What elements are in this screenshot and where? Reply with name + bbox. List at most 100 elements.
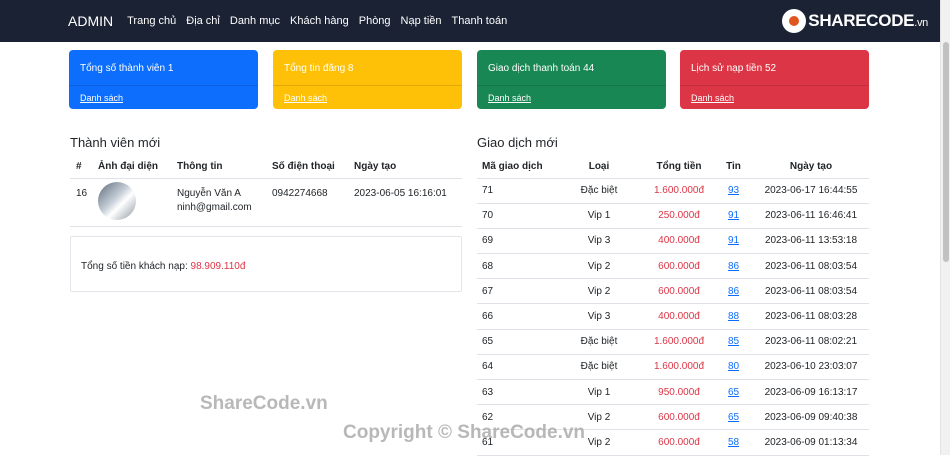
member-created: 2023-06-05 16:16:01 (348, 178, 462, 227)
col-tx-id: Mã giao dịch (477, 156, 554, 179)
post-link[interactable]: 80 (728, 361, 739, 372)
nav-item-category[interactable]: Danh mục (230, 15, 280, 27)
post-link[interactable]: 91 (728, 210, 739, 221)
nav-item-home[interactable]: Trang chủ (127, 15, 176, 27)
tx-created: 2023-06-11 16:46:41 (753, 203, 869, 229)
brand[interactable]: ADMIN (68, 13, 113, 29)
tx-id: 71 (477, 178, 554, 204)
post-link[interactable]: 85 (728, 336, 739, 347)
col-tx-created: Ngày tạo (753, 156, 869, 179)
col-type: Loại (554, 156, 644, 179)
member-avatar-cell (92, 178, 171, 227)
tx-created: 2023-06-11 08:03:28 (753, 303, 869, 330)
table-header-row: Mã giao dịch Loại Tổng tiền Tin Ngày tạo (477, 156, 869, 179)
tx-created: 2023-06-09 01:13:34 (753, 429, 869, 456)
tx-amount: 600.000đ (644, 253, 714, 280)
members-title: Thành viên mới (70, 135, 161, 150)
post-link[interactable]: 86 (728, 286, 739, 297)
member-name: Nguyễn Văn A (177, 187, 241, 199)
tx-amount: 600.000đ (644, 404, 714, 431)
tx-amount: 400.000đ (644, 228, 714, 255)
card-link[interactable]: Danh sách (284, 93, 327, 103)
tx-id: 67 (477, 278, 554, 305)
tx-amount: 600.000đ (644, 429, 714, 456)
tx-created: 2023-06-09 16:13:17 (753, 379, 869, 406)
transactions-title: Giao dịch mới (477, 135, 558, 150)
tx-post-link[interactable]: 88 (714, 303, 753, 330)
tx-amount: 250.000đ (644, 203, 714, 229)
col-id: # (70, 156, 92, 179)
logo-icon (782, 9, 807, 33)
table-row: 68 Vip 2 600.000đ 86 2023-06-11 08:03:54 (477, 253, 869, 280)
post-link[interactable]: 65 (728, 412, 739, 423)
sharecode-logo: SHARECODE.vn (782, 9, 928, 33)
card-members: Tổng số thành viên 1 Danh sách (69, 50, 258, 109)
table-header-row: # Ảnh đại diện Thông tin Số điện thoại N… (70, 156, 462, 179)
scrollbar-thumb[interactable] (943, 42, 949, 262)
tx-type: Đặc biệt (554, 178, 644, 204)
nav-item-customers[interactable]: Khách hàng (290, 15, 349, 27)
tx-id: 70 (477, 203, 554, 229)
table-row: 67 Vip 2 600.000đ 86 2023-06-11 08:03:54 (477, 278, 869, 305)
card-link[interactable]: Danh sách (488, 93, 531, 103)
tx-post-link[interactable]: 85 (714, 329, 753, 355)
tx-type: Vip 1 (554, 379, 644, 406)
col-avatar: Ảnh đại diện (92, 156, 171, 179)
card-posts: Tổng tin đăng 8 Danh sách (273, 50, 462, 109)
deposit-summary-box: Tổng số tiền khách nạp: 98.909.110đ (70, 236, 462, 292)
member-phone: 0942274668 (266, 178, 348, 227)
table-row: 16 Nguyễn Văn A ninh@gmail.com 094227466… (70, 178, 462, 227)
avatar (98, 181, 136, 220)
tx-post-link[interactable]: 91 (714, 203, 753, 229)
top-navbar: ADMIN Trang chủ Địa chỉ Danh mục Khách h… (0, 0, 940, 42)
card-title: Giao dịch thanh toán 44 (488, 63, 595, 74)
members-table: # Ảnh đại diện Thông tin Số điện thoại N… (70, 156, 462, 227)
tx-amount: 950.000đ (644, 379, 714, 406)
tx-post-link[interactable]: 86 (714, 278, 753, 305)
nav-item-payment[interactable]: Thanh toán (452, 15, 508, 27)
card-title: Tổng tin đăng 8 (284, 63, 354, 74)
post-link[interactable]: 91 (728, 235, 739, 246)
post-link[interactable]: 65 (728, 387, 739, 398)
post-link[interactable]: 58 (728, 437, 739, 448)
tx-post-link[interactable]: 65 (714, 404, 753, 431)
deposit-summary: Tổng số tiền khách nạp: 98.909.110đ (81, 261, 245, 272)
card-link[interactable]: Danh sách (80, 93, 123, 103)
tx-post-link[interactable]: 58 (714, 429, 753, 456)
nav-item-address[interactable]: Địa chỉ (186, 15, 220, 27)
tx-type: Vip 3 (554, 228, 644, 255)
tx-created: 2023-06-11 08:02:21 (753, 329, 869, 355)
tx-post-link[interactable]: 65 (714, 379, 753, 406)
tx-post-link[interactable]: 93 (714, 178, 753, 204)
tx-id: 69 (477, 228, 554, 255)
tx-type: Vip 1 (554, 203, 644, 229)
card-link[interactable]: Danh sách (691, 93, 734, 103)
tx-post-link[interactable]: 91 (714, 228, 753, 255)
member-id: 16 (70, 178, 92, 227)
tx-amount: 1.600.000đ (644, 354, 714, 381)
col-amount: Tổng tiền (644, 156, 714, 179)
tx-created: 2023-06-09 09:40:38 (753, 404, 869, 431)
post-link[interactable]: 93 (728, 185, 739, 196)
tx-created: 2023-06-10 23:03:07 (753, 354, 869, 381)
tx-created: 2023-06-11 08:03:54 (753, 278, 869, 305)
tx-post-link[interactable]: 80 (714, 354, 753, 381)
tx-type: Đặc biệt (554, 354, 644, 381)
card-title: Tổng số thành viên 1 (80, 63, 174, 74)
member-info: Nguyễn Văn A ninh@gmail.com (171, 178, 266, 227)
post-link[interactable]: 88 (728, 311, 739, 322)
logo-text: SHARECODE.vn (808, 11, 928, 30)
nav-item-rooms[interactable]: Phòng (359, 15, 391, 27)
table-row: 69 Vip 3 400.000đ 91 2023-06-11 13:53:18 (477, 228, 869, 255)
col-created: Ngày tạo (348, 156, 462, 179)
tx-post-link[interactable]: 86 (714, 253, 753, 280)
watermark-copyright: Copyright © ShareCode.vn (343, 422, 586, 443)
watermark: ShareCode.vn (200, 393, 328, 414)
tx-created: 2023-06-11 08:03:54 (753, 253, 869, 280)
page-scrollbar[interactable] (940, 0, 950, 455)
table-row: 71 Đặc biệt 1.600.000đ 93 2023-06-17 16:44:5… (477, 178, 869, 204)
tx-id: 63 (477, 379, 554, 406)
nav-item-deposit[interactable]: Nạp tiền (401, 15, 442, 27)
tx-created: 2023-06-11 13:53:18 (753, 228, 869, 255)
post-link[interactable]: 86 (728, 261, 739, 272)
